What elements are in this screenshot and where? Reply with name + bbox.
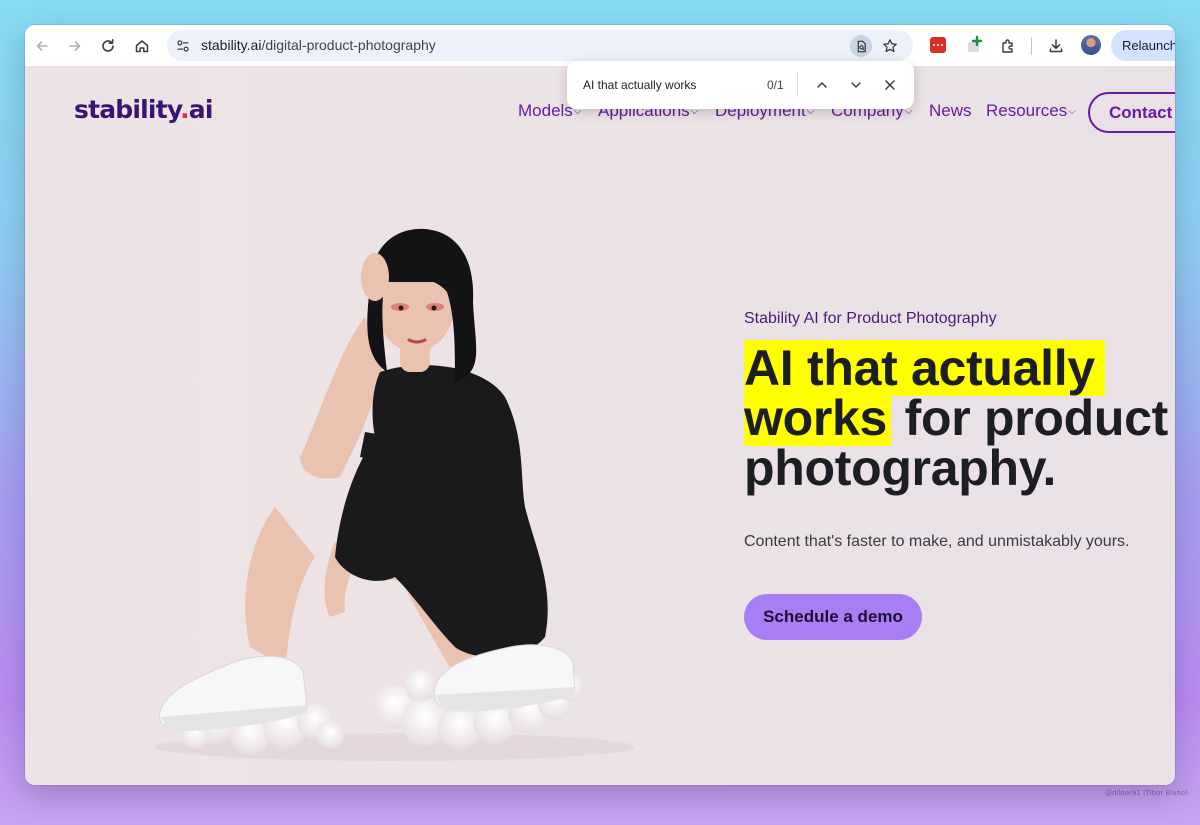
find-match-count: 0/1 xyxy=(767,78,784,92)
star-icon[interactable] xyxy=(880,36,900,56)
web-page: stability.ai Models⌵ Applications⌵ Deplo… xyxy=(25,67,1175,785)
relaunch-button[interactable]: Relaunch xyxy=(1111,30,1175,61)
nav-item-label: Resources xyxy=(986,101,1068,120)
screenshot-credit: @dlloor91 (Tibor Blaho) xyxy=(1105,789,1188,797)
contact-button[interactable]: Contact xyxy=(1088,92,1175,133)
nav-item-label: Models xyxy=(518,101,573,120)
url-path: /digital-product-photography xyxy=(261,37,436,53)
puzzle-icon[interactable] xyxy=(995,33,1021,59)
close-icon[interactable] xyxy=(880,75,900,95)
url-host: stability.ai xyxy=(201,37,262,53)
nav-item-label: News xyxy=(929,101,972,120)
hero-subtext: Content that's faster to make, and unmis… xyxy=(744,533,1130,550)
arrow-left-icon[interactable] xyxy=(29,33,55,59)
extension-plus-icon[interactable] xyxy=(965,35,985,55)
find-bar: 0/1 xyxy=(567,61,914,109)
find-in-page-icon[interactable] xyxy=(850,35,872,57)
address-bar[interactable]: stability.ai/digital-product-photography xyxy=(167,30,913,61)
nav-item-resources[interactable]: Resources⌵ xyxy=(986,101,1076,121)
find-highlight-line2: works xyxy=(744,390,892,446)
arrow-right-icon[interactable] xyxy=(62,33,88,59)
headline-line3: photography. xyxy=(744,440,1057,496)
find-divider xyxy=(797,73,798,97)
home-icon[interactable] xyxy=(129,33,155,59)
headline-line2-rest: for product xyxy=(891,390,1169,446)
chevron-up-icon[interactable] xyxy=(812,75,832,95)
browser-window: stability.ai/digital-product-photography… xyxy=(25,25,1175,785)
find-highlight-line1: AI that actually xyxy=(744,340,1105,396)
chevron-down-icon[interactable] xyxy=(846,75,866,95)
hero-headline: AI that actually works for product photogr… xyxy=(744,340,1175,496)
hero-model-image xyxy=(155,228,635,761)
hero-eyebrow: Stability AI for Product Photography xyxy=(744,310,997,327)
tune-icon[interactable] xyxy=(174,37,192,55)
reload-icon[interactable] xyxy=(95,33,121,59)
extension-icon[interactable] xyxy=(930,37,946,53)
schedule-demo-button[interactable]: Schedule a demo xyxy=(744,594,922,640)
download-icon[interactable] xyxy=(1043,33,1069,59)
chevron-down-icon: ⌵ xyxy=(1068,106,1076,117)
find-input[interactable] xyxy=(583,61,753,109)
nav-item-news[interactable]: News xyxy=(929,101,972,121)
toolbar-divider xyxy=(1031,37,1032,55)
url-text[interactable]: stability.ai/digital-product-photography xyxy=(201,30,436,61)
profile-avatar[interactable] xyxy=(1081,35,1101,55)
